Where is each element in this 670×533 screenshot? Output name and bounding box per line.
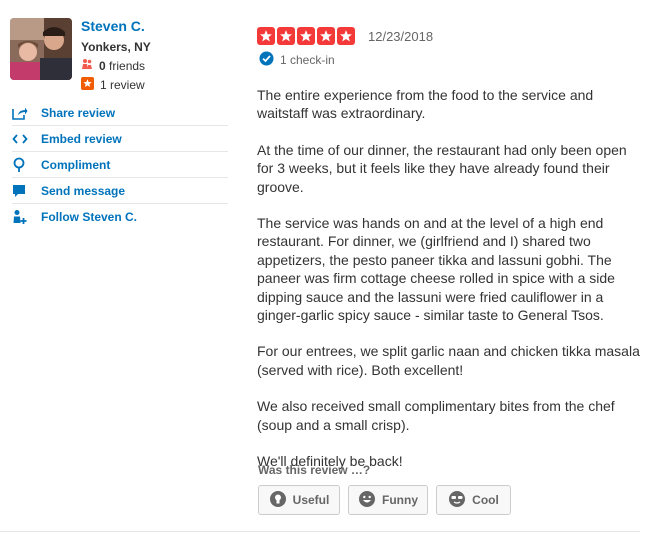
share-icon xyxy=(12,106,41,120)
follow-user-link[interactable]: Follow Steven C. xyxy=(12,204,228,229)
cool-button[interactable]: Cool xyxy=(436,485,511,515)
review-paragraph: At the time of our dinner, the restauran… xyxy=(257,141,627,195)
review-paragraph: We also received small complimentary bit… xyxy=(257,398,615,433)
star-rating xyxy=(257,27,355,45)
follow-icon xyxy=(12,209,41,225)
friends-number: 0 xyxy=(99,58,106,73)
cool-label: Cool xyxy=(472,493,499,507)
star-icon xyxy=(337,27,355,45)
funny-label: Funny xyxy=(382,493,418,507)
star-icon xyxy=(297,27,315,45)
user-name[interactable]: Steven C. xyxy=(81,18,145,34)
review-actions: Share review Embed review Compliment Sen… xyxy=(12,100,228,229)
star-icon xyxy=(277,27,295,45)
embed-review-label: Embed review xyxy=(41,131,122,146)
review-star-icon xyxy=(81,77,94,93)
star-icon xyxy=(257,27,275,45)
message-icon xyxy=(12,184,41,198)
review-paragraph: The entire experience from the food to t… xyxy=(257,87,594,122)
share-review-label: Share review xyxy=(41,105,116,120)
useful-button[interactable]: Useful xyxy=(258,485,340,515)
friends-count: 0 friends xyxy=(81,58,145,73)
review-count-label: 1 review xyxy=(100,78,145,92)
star-icon xyxy=(317,27,335,45)
follow-user-label: Follow Steven C. xyxy=(41,209,138,224)
review-paragraph: The service was hands on and at the leve… xyxy=(257,215,615,324)
smile-icon xyxy=(358,490,376,511)
send-message-link[interactable]: Send message xyxy=(12,178,228,204)
review-count: 1 review xyxy=(81,77,145,93)
sunglasses-icon xyxy=(448,490,466,511)
feedback-prompt: Was this review …? xyxy=(258,463,371,477)
review-text: The entire experience from the food to t… xyxy=(257,86,640,489)
friends-icon xyxy=(81,58,93,73)
useful-label: Useful xyxy=(292,493,330,507)
avatar[interactable] xyxy=(10,18,72,80)
compliment-label: Compliment xyxy=(41,157,111,172)
embed-icon xyxy=(12,132,41,146)
review-date: 12/23/2018 xyxy=(368,29,434,44)
divider xyxy=(0,531,640,532)
check-in-label: 1 check-in xyxy=(280,53,335,67)
send-message-label: Send message xyxy=(41,183,126,198)
compliment-link[interactable]: Compliment xyxy=(12,152,228,178)
verified-badge-icon xyxy=(259,51,274,69)
friends-label: friends xyxy=(109,58,146,73)
share-review-link[interactable]: Share review xyxy=(12,100,228,126)
compliment-icon xyxy=(12,157,41,173)
lightbulb-icon xyxy=(269,490,287,511)
review-paragraph: For our entrees, we split garlic naan an… xyxy=(257,343,640,378)
embed-review-link[interactable]: Embed review xyxy=(12,126,228,152)
check-in: 1 check-in xyxy=(259,51,335,69)
funny-button[interactable]: Funny xyxy=(348,485,428,515)
user-location: Yonkers, NY xyxy=(81,40,151,54)
